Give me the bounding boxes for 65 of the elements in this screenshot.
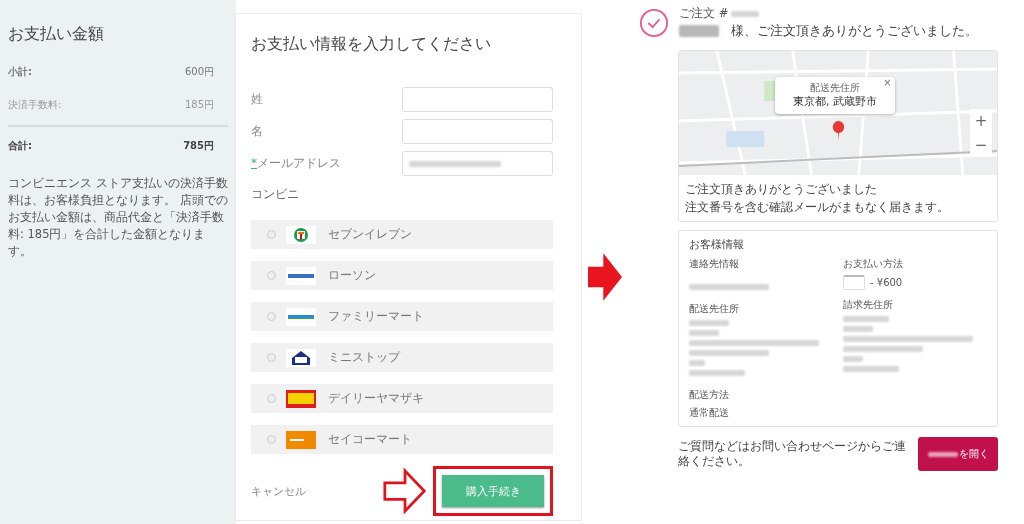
outline-arrow-icon	[383, 468, 427, 514]
store-label: コンビニ	[251, 186, 300, 203]
order-label: ご注文 #	[679, 6, 729, 21]
radio-button[interactable]	[267, 394, 276, 403]
redacted-address	[689, 360, 705, 366]
store-option[interactable]: ファミリーマート	[251, 302, 553, 331]
thanks-text: 注文番号を含む確認メールがまもなく届きます。	[685, 200, 950, 215]
radio-button[interactable]	[267, 435, 276, 444]
redacted-address	[689, 320, 729, 326]
field-label: 姓	[251, 91, 263, 108]
summary-title: お支払い金額	[8, 24, 105, 45]
card-icon	[843, 275, 865, 290]
logo-icon	[286, 348, 316, 367]
summary-value: 785円	[183, 139, 214, 153]
cancel-link[interactable]: キャンセル	[251, 483, 383, 499]
redacted-address	[689, 370, 745, 376]
logo-icon	[286, 266, 316, 285]
input-field[interactable]	[402, 119, 553, 144]
summary-label: 決済手数料:	[8, 98, 62, 112]
field-label: *メールアドレス	[251, 155, 341, 172]
summary-label: 小計:	[8, 65, 32, 79]
fee-note: コンビニエンス ストア支払いの決済手数料は、お客様負担となります。 店頭でのお支払い金額は、商品代金と「決済手数料: 185円」を合計した金額となります。	[8, 175, 228, 260]
payment-label: お支払い方法	[843, 257, 904, 271]
close-button[interactable]: ×	[883, 77, 892, 88]
radio-button[interactable]	[267, 312, 276, 321]
summary-value: 185円	[184, 98, 214, 112]
logo-icon	[286, 225, 316, 244]
input-field[interactable]	[402, 151, 553, 176]
field-label: 名	[251, 123, 263, 140]
redacted-address	[689, 330, 719, 336]
radio-button[interactable]	[267, 353, 276, 362]
logo-icon	[286, 430, 316, 449]
input-field[interactable]	[402, 87, 553, 112]
form-title: お支払い情報を入力してください	[251, 34, 492, 55]
store-option[interactable]: セブンイレブン	[251, 220, 553, 249]
store-option[interactable]: ミニストップ	[251, 343, 553, 372]
check-icon	[639, 8, 669, 38]
thanks-title: ご注文頂きありがとうございました	[685, 181, 878, 198]
redacted-address	[843, 356, 863, 362]
summary-value: 600円	[184, 65, 214, 79]
shipping-method: 通常配送	[689, 406, 730, 420]
shipping-method-label: 配送方法	[689, 388, 730, 402]
purchase-button[interactable]: 購入手続き	[442, 475, 544, 507]
redacted-address	[843, 316, 889, 322]
logo-icon	[286, 389, 316, 408]
contact-label: 連絡先情報	[689, 257, 740, 271]
summary-label: 合計:	[8, 139, 32, 153]
map-popup: 配送先住所 東京都, 武蔵野市 ×	[775, 77, 895, 114]
store-option[interactable]: セイコーマート	[251, 425, 553, 454]
logo-icon	[286, 307, 316, 326]
redacted-address	[843, 366, 899, 372]
contact-note: ご質問などはお問い合わせページからご連絡ください。	[678, 439, 907, 469]
shipping-label: 配送先住所	[689, 302, 740, 316]
store-option[interactable]: ローソン	[251, 261, 553, 290]
store-option[interactable]: デイリーヤマザキ	[251, 384, 553, 413]
redacted-address	[843, 326, 873, 332]
radio-button[interactable]	[267, 271, 276, 280]
open-button[interactable]: を開く	[918, 437, 998, 471]
billing-label: 請求先住所	[843, 298, 894, 312]
redacted-name	[679, 25, 719, 37]
payment-value: - ¥600	[870, 277, 903, 288]
radio-button[interactable]	[267, 230, 276, 239]
redacted-order-number	[731, 10, 760, 17]
customer-title: お客様情報	[689, 237, 745, 252]
thanks-heading: 様、ご注文頂きありがとうございました。	[731, 22, 978, 40]
